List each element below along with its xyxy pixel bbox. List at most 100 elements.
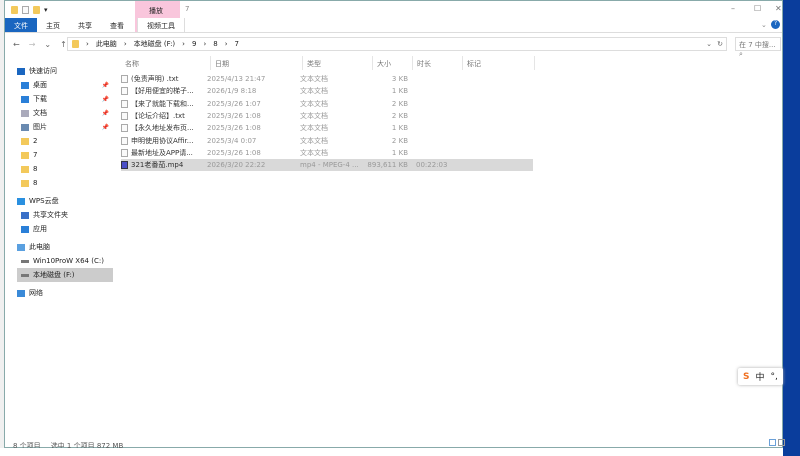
address-bar[interactable]: › 此电脑 › 本地磁盘 (F:) › 9 › 8 › 7 ⌄ ↻ [67,37,727,51]
navigation-pane: 快速访问 桌面 📌 下载 📌 文档 📌 图片 📌 2 7 8 8 WPS云盘 共享文件夹 应用 此电脑 Win10… [17,64,113,300]
search-input[interactable]: 在 7 中搜... ⌕ [735,37,781,58]
ime-toolbar[interactable]: S 中 °, [738,368,783,385]
properties-icon[interactable] [22,5,29,14]
tab-file[interactable]: 文件 [5,18,37,32]
file-size: 893,611 KB [367,161,408,170]
breadcrumb-item[interactable]: 8 [213,40,217,48]
close-button[interactable]: ✕ [775,4,782,13]
picture-icon [21,123,29,131]
refresh-button[interactable]: ↻ [717,40,723,48]
file-size: 2 KB [391,136,408,145]
file-row[interactable]: 321老番茄.mp4 2026/3/20 22:22 mp4 - MPEG-4 ..… [121,159,533,172]
cloud-icon [17,197,25,205]
forward-button[interactable]: → [29,40,36,49]
column-type[interactable]: 类型 [303,56,373,70]
file-row[interactable]: (免责声明) .txt 2025/4/13 21:47 文本文档 3 KB [121,73,533,85]
ime-mode[interactable]: 中 [755,370,764,383]
sidebar-item-label: 快速访问 [29,67,57,75]
pin-icon[interactable]: 📌 [102,82,109,89]
sidebar-item-label: 共享文件夹 [33,211,68,219]
minimize-button[interactable]: – [731,4,735,13]
tab-home[interactable]: 主页 [37,18,69,32]
address-dropdown[interactable]: ⌄ [706,40,712,48]
sidebar-item[interactable]: 快速访问 [17,64,113,78]
column-size[interactable]: 大小 [373,56,413,70]
explorer-window: 播放 ▾ 7 – ☐ ✕ 文件 主页 共享 查看 视频工具 ⌄ ? ← → ⌄ ↑ ›… [4,0,785,450]
file-date: 2025/3/4 0:07 [207,136,257,145]
tab-share[interactable]: 共享 [69,18,101,32]
column-duration[interactable]: 时长 [413,56,463,70]
sidebar-item[interactable]: 共享文件夹 [17,208,113,222]
large-icons-view-button[interactable] [778,439,785,446]
sidebar-item[interactable]: 文档 📌 [17,106,113,120]
sogou-logo-icon: S [743,371,750,382]
maximize-button[interactable]: ☐ [754,4,761,13]
tab-view[interactable]: 查看 [101,18,133,32]
sidebar-item[interactable]: 网络 [17,286,113,300]
file-type: 文本文档 [300,136,328,145]
sidebar-item[interactable]: Win10ProW X64 (C:) [17,254,113,268]
recent-dropdown[interactable]: ⌄ [44,40,51,49]
sidebar-item[interactable]: 7 [17,148,113,162]
back-button[interactable]: ← [13,40,20,49]
pin-icon[interactable]: 📌 [102,110,109,117]
folder-icon [21,137,29,145]
sidebar-item[interactable]: 下载 📌 [17,92,113,106]
file-name-text: 321老番茄.mp4 [131,161,184,170]
help-icon[interactable]: ? [771,20,780,29]
sidebar-item-label: 网络 [29,289,43,297]
up-button[interactable]: ↑ [60,40,67,49]
sidebar-item[interactable]: 8 [17,176,113,190]
breadcrumb-item[interactable]: 本地磁盘 (F:) [134,39,176,49]
sidebar-item-label: 本地磁盘 (F:) [33,271,75,279]
text-file-icon [121,112,128,121]
sidebar-item[interactable]: 2 [17,134,113,148]
customize-dropdown-icon[interactable]: ▾ [44,6,48,14]
sidebar-item-label: 8 [33,179,38,187]
ime-punct[interactable]: °, [771,372,778,382]
sidebar-item-label: 桌面 [33,81,47,89]
pin-icon[interactable]: 📌 [102,96,109,103]
file-type: 文本文档 [300,99,328,108]
file-name: 【好用便宜的梯子... [121,86,207,96]
sidebar-item[interactable]: 本地磁盘 (F:) [17,268,113,282]
column-headers: 名称 日期 类型 大小 时长 标记 [121,56,535,70]
sidebar-item[interactable]: 桌面 📌 [17,78,113,92]
breadcrumb-item[interactable]: 7 [235,40,239,48]
file-type: mp4 - MPEG-4 ... [300,161,359,170]
file-date: 2025/4/13 21:47 [207,75,266,84]
tab-video-tools[interactable]: 视频工具 [137,18,185,32]
file-type: 文本文档 [300,87,328,96]
breadcrumb-item[interactable]: 此电脑 [96,39,117,49]
window-title: 7 [185,5,190,13]
sidebar-item[interactable]: 应用 [17,222,113,236]
column-date[interactable]: 日期 [211,56,303,70]
pin-icon[interactable]: 📌 [102,124,109,131]
file-row[interactable]: 【论坛介绍】.txt 2025/3/26 1:08 文本文档 2 KB [121,110,533,122]
file-row[interactable]: 【永久地址发布页... 2025/3/26 1:08 文本文档 1 KB [121,122,533,134]
sidebar-item[interactable]: 图片 📌 [17,120,113,134]
breadcrumb-item[interactable]: 9 [192,40,196,48]
text-file-icon [121,99,128,108]
sidebar-item[interactable]: 此电脑 [17,240,113,254]
column-name[interactable]: 名称 [121,56,211,70]
file-date: 2026/3/20 22:22 [207,161,266,170]
file-type: 文本文档 [300,75,328,84]
file-name: 【永久地址发布页... [121,123,207,133]
column-tags[interactable]: 标记 [463,56,535,70]
text-file-icon [121,148,128,157]
folder-icon [72,40,79,48]
expand-ribbon-icon[interactable]: ⌄ [761,21,767,29]
file-row[interactable]: 申明使用协议Affir... 2025/3/4 0:07 文本文档 2 KB [121,134,533,146]
sidebar-item[interactable]: WPS云盘 [17,194,113,208]
new-folder-icon[interactable] [33,5,40,14]
sidebar-item[interactable]: 8 [17,162,113,176]
document-icon [21,109,29,117]
file-name-text: 最新地址及APP请... [131,148,193,157]
file-row[interactable]: 最新地址及APP请... 2025/3/26 1:08 文本文档 1 KB [121,147,533,159]
file-row[interactable]: 【来了就能下载和... 2025/3/26 1:07 文本文档 2 KB [121,98,533,110]
file-date: 2025/3/26 1:08 [207,124,261,133]
file-row[interactable]: 【好用便宜的梯子... 2026/1/9 8:18 文本文档 1 KB [121,85,533,97]
sidebar-item-label: 文档 [33,109,47,117]
details-view-button[interactable] [769,439,776,446]
